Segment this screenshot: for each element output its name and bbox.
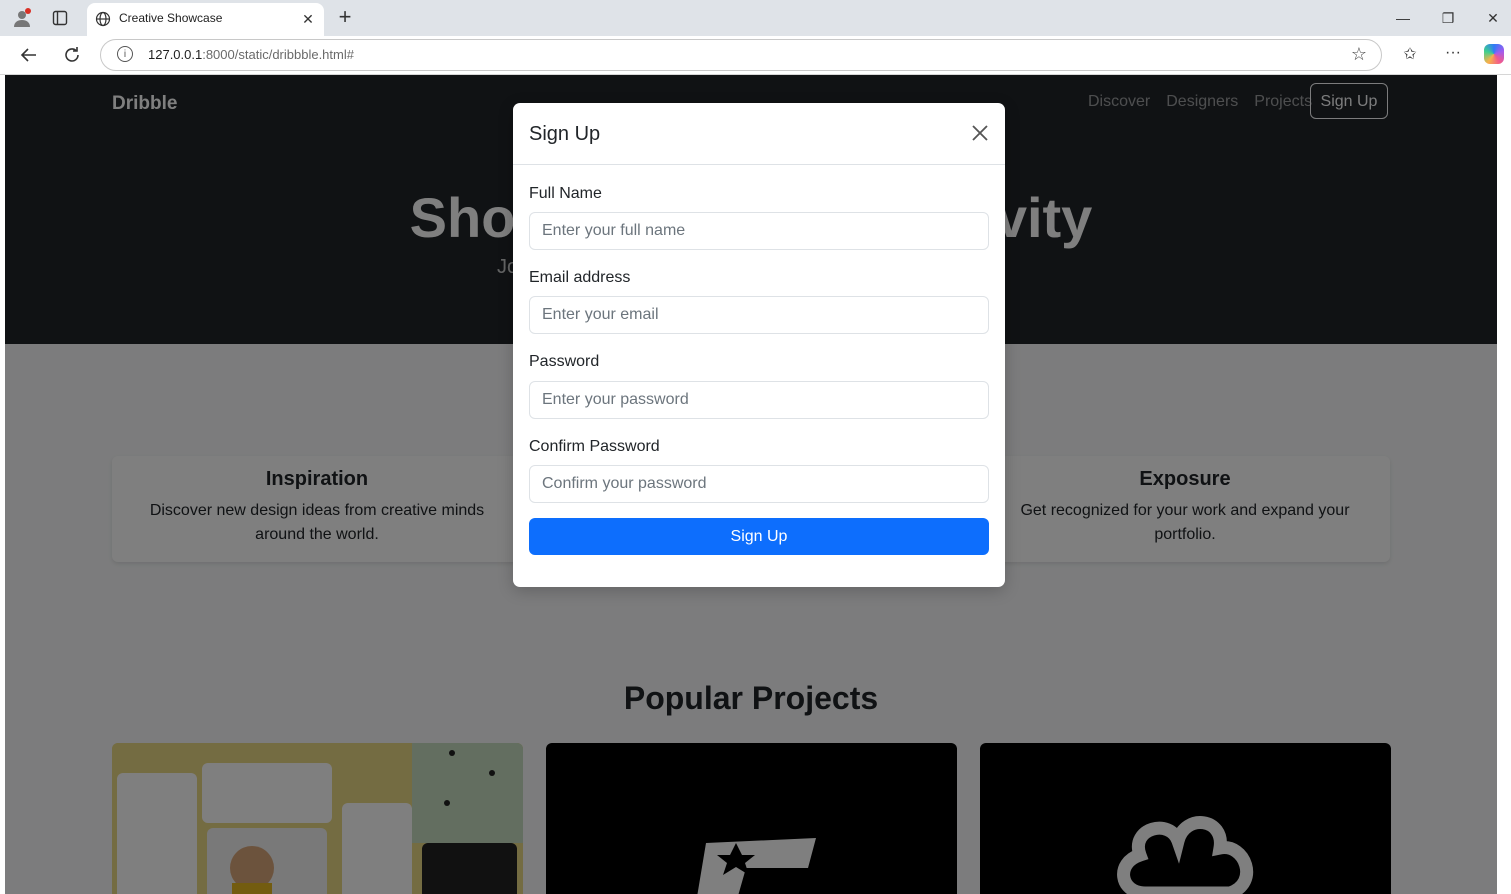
- close-tab-icon[interactable]: ✕: [300, 11, 316, 27]
- signup-modal: Sign Up Full Name Email address Password…: [513, 103, 1005, 587]
- address-bar[interactable]: i 127.0.0.1:8000/static/dribbble.html# ☆: [100, 39, 1382, 71]
- tab-actions-icon[interactable]: [50, 8, 70, 28]
- confirm-password-label: Confirm Password: [529, 438, 660, 455]
- signup-submit-button[interactable]: Sign Up: [529, 518, 989, 555]
- favorites-icon[interactable]: ✩: [1398, 44, 1422, 64]
- profile-icon[interactable]: [12, 8, 32, 28]
- back-arrow-icon[interactable]: [16, 42, 42, 68]
- reload-icon[interactable]: [59, 42, 85, 68]
- favorite-star-icon[interactable]: ☆: [1351, 44, 1367, 65]
- tab-title: Creative Showcase: [119, 11, 223, 25]
- modal-header: Sign Up: [513, 103, 1005, 165]
- minimize-icon[interactable]: —: [1391, 8, 1415, 28]
- copilot-icon[interactable]: [1484, 44, 1504, 64]
- globe-icon: [95, 11, 111, 32]
- password-input[interactable]: [529, 381, 989, 419]
- close-icon[interactable]: [970, 123, 990, 143]
- new-tab-icon[interactable]: +: [334, 6, 356, 28]
- browser-tab-strip: Creative Showcase ✕ + — ❐ ✕: [0, 0, 1511, 36]
- modal-title: Sign Up: [529, 123, 601, 145]
- password-label: Password: [529, 353, 600, 370]
- address-url[interactable]: 127.0.0.1:8000/static/dribbble.html#: [148, 47, 354, 62]
- browser-toolbar: i 127.0.0.1:8000/static/dribbble.html# ☆…: [0, 36, 1511, 75]
- window-close-icon[interactable]: ✕: [1481, 8, 1505, 28]
- restore-icon[interactable]: ❐: [1436, 8, 1460, 28]
- full-name-label: Full Name: [529, 185, 602, 202]
- email-input[interactable]: [529, 296, 989, 334]
- email-label: Email address: [529, 269, 631, 286]
- confirm-password-input[interactable]: [529, 465, 989, 503]
- browser-tab[interactable]: Creative Showcase ✕: [87, 3, 324, 36]
- site-info-icon[interactable]: i: [117, 46, 133, 62]
- full-name-input[interactable]: [529, 212, 989, 250]
- more-menu-icon[interactable]: ···: [1441, 44, 1465, 62]
